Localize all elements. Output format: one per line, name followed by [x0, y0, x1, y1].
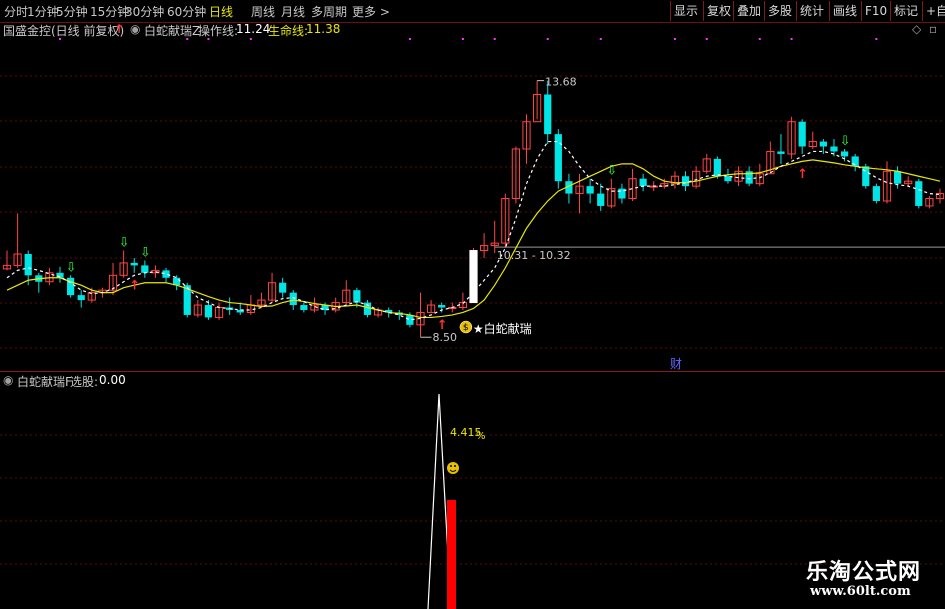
- toolbar-action-3[interactable]: 多股: [764, 1, 795, 21]
- toolbar-action-2[interactable]: 叠加: [733, 1, 764, 21]
- sub-indicator-name[interactable]: 白蛇献瑞F: [17, 373, 72, 390]
- candle-body: [819, 141, 827, 147]
- candle-body: [279, 282, 287, 293]
- watermark-url: www.60lt.com: [810, 584, 911, 599]
- candle-body: [586, 186, 594, 194]
- candle-body: [597, 193, 605, 206]
- signal-dot: [875, 38, 878, 40]
- period-tab-2[interactable]: 5分钟: [56, 3, 88, 20]
- low-price-label: 8.50: [432, 331, 457, 344]
- candle-body: [639, 178, 647, 187]
- signal-bar: [447, 500, 456, 609]
- toolbar-action-8[interactable]: +自选: [922, 1, 945, 21]
- candle-body: [544, 94, 552, 135]
- life-line-value: 11.38: [306, 22, 341, 36]
- finance-badge: 财: [670, 357, 682, 371]
- down-arrow-icon: ⇩: [840, 134, 851, 149]
- candle-body: [872, 186, 880, 201]
- candle-body: [893, 171, 902, 184]
- candle-body: [438, 305, 446, 308]
- period-tab-1[interactable]: 1分钟: [27, 3, 59, 20]
- main-indicator-name[interactable]: 白蛇献瑞Z: [144, 22, 200, 39]
- kline-chart[interactable]: ⇩⇩⇩⇩⇩↑↑↑13.688.5010.31 - 10.32$ ★白蛇献瑞财4.4…: [0, 0, 945, 609]
- candle-body: [353, 290, 361, 303]
- high-price-label: 13.68: [545, 76, 577, 89]
- period-tab-5[interactable]: 60分钟: [167, 3, 206, 20]
- candle-body: [777, 151, 785, 154]
- sub-toggle-icon[interactable]: ◉: [3, 373, 13, 387]
- signal-dot: [599, 38, 602, 40]
- stock-title[interactable]: 国盛金控(日线 前复权): [3, 22, 124, 39]
- period-tab-9[interactable]: 多周期: [311, 3, 347, 20]
- panel-divider[interactable]: [0, 371, 945, 372]
- toolbar-action-1[interactable]: 复权: [703, 1, 734, 21]
- signal-dot: [249, 38, 252, 40]
- signal-dot: [461, 38, 464, 40]
- watermark-cn: 乐淘公式网: [806, 559, 922, 585]
- candle-body: [289, 292, 297, 306]
- candle-body: [204, 305, 213, 318]
- candle-body: [300, 305, 308, 310]
- signal-dot: [408, 38, 411, 40]
- signal-dot: [705, 38, 708, 40]
- period-tab-10[interactable]: 更多 >: [352, 3, 390, 20]
- signal-dot: [790, 38, 793, 40]
- candle-body: [162, 270, 170, 278]
- period-toolbar: 分时 1分钟 5分钟 15分钟 30分钟 60分钟 日线 周线 月线 多周期 更多 > 显示 复权 叠加多…: [0, 0, 945, 23]
- toolbar-action-6[interactable]: F10: [861, 1, 890, 21]
- down-arrow-icon: ⇩: [66, 260, 77, 275]
- candle-body: [830, 146, 838, 152]
- period-tab-6[interactable]: 日线: [209, 3, 233, 20]
- down-arrow-icon: ⇩: [140, 245, 151, 260]
- candle-body: [798, 121, 806, 147]
- candle-body: [681, 176, 690, 187]
- candle-body: [24, 254, 32, 276]
- life-line-label: 生命线:: [268, 24, 309, 38]
- up-arrow-icon: ↑: [797, 167, 808, 182]
- period-tab-7[interactable]: 周线: [251, 3, 275, 20]
- down-arrow-icon: ⇩: [119, 236, 130, 251]
- op-line-value: 11.24: [236, 22, 271, 36]
- signal-dot: [493, 38, 496, 40]
- candle-body: [915, 181, 923, 206]
- select-value: 0.00: [99, 373, 126, 387]
- signal-dot: [673, 38, 676, 40]
- candle-body: [77, 295, 85, 301]
- period-tab-0[interactable]: 分时: [4, 3, 28, 20]
- candle-body: [840, 151, 849, 157]
- signal-dot: [546, 38, 549, 40]
- candle-body: [130, 262, 138, 266]
- signal-dot: [758, 38, 761, 40]
- toolbar-action-5[interactable]: 画线: [829, 1, 860, 21]
- candle-body: [141, 265, 149, 273]
- smiley-eye: [454, 465, 456, 467]
- toolbar-action-0[interactable]: 显示: [670, 1, 701, 21]
- indicator-toggle-icon[interactable]: ◉: [130, 22, 140, 36]
- panel-menu-icon[interactable]: ▫: [929, 22, 937, 36]
- toolbar-action-4[interactable]: 统计: [796, 1, 827, 21]
- candle-body: [713, 158, 721, 177]
- signal-label: ★白蛇献瑞: [473, 321, 532, 336]
- up-arrow-icon: ↑: [114, 22, 125, 36]
- smiley-icon: [447, 462, 459, 474]
- diamond-icon[interactable]: ◇: [912, 22, 921, 36]
- period-tab-4[interactable]: 30分钟: [125, 3, 164, 20]
- money-bag-symbol: $: [463, 323, 469, 333]
- select-label: 选股:: [70, 375, 99, 389]
- down-arrow-icon: ⇩: [606, 164, 617, 179]
- range-label: 10.31 - 10.32: [497, 249, 571, 262]
- candle-body: [56, 272, 64, 278]
- period-tab-3[interactable]: 15分钟: [90, 3, 129, 20]
- smiley-eye: [450, 465, 452, 467]
- op-line-label: 操作线:: [198, 24, 239, 38]
- period-tab-8[interactable]: 月线: [281, 3, 305, 20]
- up-arrow-icon: ↑: [129, 278, 140, 293]
- toolbar-action-7[interactable]: 标记: [890, 1, 921, 21]
- peak-unit: %: [476, 431, 486, 442]
